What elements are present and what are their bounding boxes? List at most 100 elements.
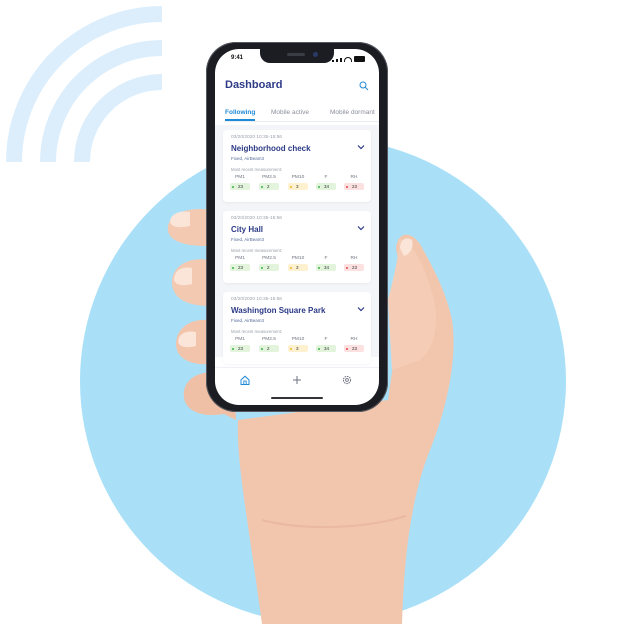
chevron-down-icon[interactable]	[357, 225, 365, 231]
measurement-value: 23	[230, 264, 250, 271]
phone-frame: 9:41 Dashboard Following Mobile active M…	[206, 42, 388, 412]
status-dot-icon	[232, 347, 234, 350]
measurement-value: 23	[230, 345, 250, 352]
measurement-label: PM10	[291, 256, 305, 261]
app-header: Dashboard	[225, 79, 369, 95]
recent-measurement-label: Most recent measurement:	[231, 167, 283, 172]
measurement-value: 34	[316, 345, 336, 352]
status-dot-icon	[232, 266, 234, 269]
measurement-number: 3	[296, 184, 299, 189]
measurement-value: 3	[288, 345, 308, 352]
status-dot-icon	[346, 347, 348, 350]
status-dot-icon	[290, 185, 292, 188]
tab-following[interactable]: Following	[225, 109, 255, 116]
measurement-number: 34	[324, 184, 330, 189]
signal-icon	[336, 59, 338, 62]
status-dot-icon	[261, 266, 263, 269]
measurement-label: PM1	[235, 337, 245, 342]
status-dot-icon	[290, 347, 292, 350]
measurement-label: PM2.5	[262, 337, 276, 342]
status-dot-icon	[318, 266, 320, 269]
measurement-number: 34	[324, 346, 330, 351]
chevron-down-icon[interactable]	[357, 306, 365, 312]
measurement-number: 23	[238, 265, 244, 270]
measurement-label: PM2.5	[262, 256, 276, 261]
status-dot-icon	[346, 185, 348, 188]
session-name: Washington Square Park	[231, 306, 326, 315]
measurement-label: F	[324, 337, 328, 342]
recent-measurement-label: Most recent measurement:	[231, 248, 283, 253]
wifi-icon	[344, 57, 352, 62]
measurement-value: 23	[344, 183, 364, 190]
chevron-down-icon[interactable]	[357, 144, 365, 150]
measurement-value: 2	[259, 264, 279, 271]
measurement-label: PM10	[291, 337, 305, 342]
measurement-values: 23 2 3 34 23	[229, 264, 365, 273]
measurement-value: 23	[344, 345, 364, 352]
measurement-value: 34	[316, 264, 336, 271]
measurement-number: 2	[267, 265, 270, 270]
tab-mobile-active[interactable]: Mobile active	[271, 109, 309, 116]
session-subtitle: Fixed, AirBeam3	[231, 237, 265, 242]
measurement-label: PM10	[291, 175, 305, 180]
bottom-nav	[215, 367, 379, 392]
measurement-number: 3	[296, 265, 299, 270]
divider	[225, 121, 379, 122]
measurement-values: 23 2 3 34 23	[229, 183, 365, 192]
status-dot-icon	[290, 266, 292, 269]
signal-icon	[332, 60, 334, 62]
measurement-label: F	[324, 175, 328, 180]
home-icon[interactable]	[239, 374, 251, 386]
session-list[interactable]: 03/20/2020 10:35-15:56 Neighborhood chec…	[215, 125, 379, 364]
measurement-number: 23	[352, 184, 358, 189]
measurement-number: 23	[352, 346, 358, 351]
status-time: 9:41	[231, 55, 244, 61]
recent-measurement-label: Most recent measurement:	[231, 329, 283, 334]
settings-icon[interactable]	[341, 374, 353, 386]
search-person-icon[interactable]	[359, 81, 369, 91]
measurement-labels: PM1 PM2.5 PM10 F RH	[229, 175, 365, 183]
session-name: City Hall	[231, 225, 264, 234]
measurement-value: 2	[259, 345, 279, 352]
measurement-number: 23	[352, 265, 358, 270]
measurement-number: 23	[238, 184, 244, 189]
status-dot-icon	[318, 347, 320, 350]
measurement-label: PM1	[235, 256, 245, 261]
session-date: 03/20/2020 10:35-15:56	[231, 216, 282, 221]
status-dot-icon	[261, 347, 263, 350]
speaker	[287, 53, 305, 56]
session-name: Neighborhood check	[231, 144, 311, 153]
home-indicator	[271, 397, 323, 399]
measurement-values: 23 2 3 34 23	[229, 345, 365, 354]
measurement-label: F	[324, 256, 328, 261]
measurement-number: 3	[296, 346, 299, 351]
status-dot-icon	[346, 266, 348, 269]
tab-mobile-dormant[interactable]: Mobile dormant	[330, 109, 375, 116]
measurement-value: 34	[316, 183, 336, 190]
status-dot-icon	[318, 185, 320, 188]
measurement-number: 23	[238, 346, 244, 351]
page-title: Dashboard	[225, 79, 283, 91]
measurement-label: RH	[350, 337, 358, 342]
battery-icon	[354, 56, 365, 62]
status-dot-icon	[261, 185, 263, 188]
measurement-labels: PM1 PM2.5 PM10 F RH	[229, 337, 365, 345]
measurement-value: 23	[344, 264, 364, 271]
tab-bar: Following Mobile active Mobile dormant	[225, 109, 379, 123]
plus-icon[interactable]	[291, 374, 303, 386]
session-date: 03/20/2020 10:35-15:56	[231, 135, 282, 140]
measurement-value: 23	[230, 183, 250, 190]
session-card[interactable]: 03/20/2020 10:35-15:56 City Hall Fixed, …	[223, 211, 371, 283]
session-subtitle: Fixed, AirBeam3	[231, 318, 265, 323]
measurement-value: 3	[288, 183, 308, 190]
camera-icon	[313, 52, 318, 57]
signal-icon	[340, 58, 342, 62]
session-card[interactable]: 03/20/2020 10:35-15:56 Neighborhood chec…	[223, 130, 371, 202]
session-subtitle: Fixed, AirBeam3	[231, 156, 265, 161]
status-icons	[332, 56, 365, 62]
measurement-label: PM1	[235, 175, 245, 180]
session-card[interactable]: 03/20/2020 10:35-15:56 Washington Square…	[223, 292, 371, 364]
phone-screen: 9:41 Dashboard Following Mobile active M…	[215, 49, 379, 405]
measurement-labels: PM1 PM2.5 PM10 F RH	[229, 256, 365, 264]
measurement-value: 3	[288, 264, 308, 271]
